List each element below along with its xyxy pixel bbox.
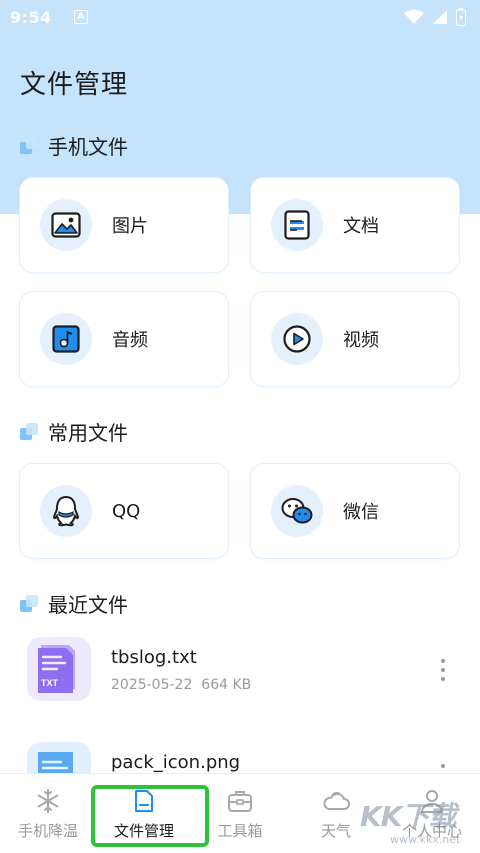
image-icon bbox=[40, 199, 92, 251]
card-video[interactable]: 视频 bbox=[250, 291, 460, 387]
snowflake-icon bbox=[37, 789, 59, 813]
watermark: KK下载 www.kkx.net bbox=[360, 795, 480, 853]
more-options-icon[interactable] bbox=[436, 659, 450, 687]
section-title: 最近文件 bbox=[48, 593, 128, 617]
section-marker-icon bbox=[20, 422, 40, 441]
file-meta: 2025-05-22 664 KB bbox=[111, 677, 251, 693]
battery-icon bbox=[456, 8, 466, 26]
section-title: 常用文件 bbox=[48, 421, 128, 445]
document-icon bbox=[271, 199, 323, 251]
recent-file-item[interactable]: TXT tbslog.txt 2025-05-22 664 KB bbox=[0, 637, 480, 727]
card-documents[interactable]: 文档 bbox=[250, 177, 460, 273]
section-phone-files: 手机文件 bbox=[20, 131, 128, 160]
section-marker-icon bbox=[20, 136, 40, 155]
card-qq[interactable]: QQ bbox=[19, 463, 229, 559]
file-name: pack_icon.png bbox=[111, 752, 241, 773]
watermark-logo: KK下载 bbox=[360, 800, 456, 833]
file-size: 664 KB bbox=[201, 677, 252, 693]
status-time: 9:54 bbox=[10, 7, 52, 27]
nav-label: 工具箱 bbox=[217, 822, 263, 840]
section-common-files: 常用文件 bbox=[20, 417, 128, 446]
video-icon bbox=[271, 313, 323, 365]
section-title: 手机文件 bbox=[48, 135, 128, 159]
nav-item-cooling[interactable]: 手机降温 bbox=[0, 774, 96, 853]
section-recent-files: 最近文件 bbox=[20, 589, 128, 618]
notification-a-icon: A bbox=[73, 10, 88, 24]
txt-badge: TXT bbox=[41, 678, 59, 688]
nav-label: 天气 bbox=[320, 822, 351, 840]
wechat-icon bbox=[271, 485, 323, 537]
status-bar: 9:54 A bbox=[0, 0, 480, 34]
active-tab-highlight bbox=[91, 785, 209, 847]
card-images[interactable]: 图片 bbox=[19, 177, 229, 273]
audio-icon bbox=[40, 313, 92, 365]
card-audio[interactable]: 音频 bbox=[19, 291, 229, 387]
file-name: tbslog.txt bbox=[111, 647, 197, 668]
page-title: 文件管理 bbox=[20, 70, 129, 100]
wifi-icon bbox=[404, 9, 424, 24]
file-date: 2025-05-22 bbox=[111, 677, 193, 693]
card-label: 视频 bbox=[343, 330, 379, 351]
qq-icon bbox=[40, 485, 92, 537]
txt-file-icon: TXT bbox=[27, 637, 91, 701]
signal-icon bbox=[433, 10, 447, 24]
nav-label: 手机降温 bbox=[17, 822, 78, 840]
card-label: 文档 bbox=[343, 216, 379, 237]
card-wechat[interactable]: 微信 bbox=[250, 463, 460, 559]
card-label: 音频 bbox=[112, 330, 148, 351]
section-marker-icon bbox=[20, 594, 40, 613]
toolbox-icon bbox=[228, 791, 252, 812]
card-label: 微信 bbox=[343, 502, 379, 523]
cloud-icon bbox=[323, 791, 350, 810]
card-label: QQ bbox=[112, 500, 141, 522]
card-label: 图片 bbox=[112, 216, 148, 237]
